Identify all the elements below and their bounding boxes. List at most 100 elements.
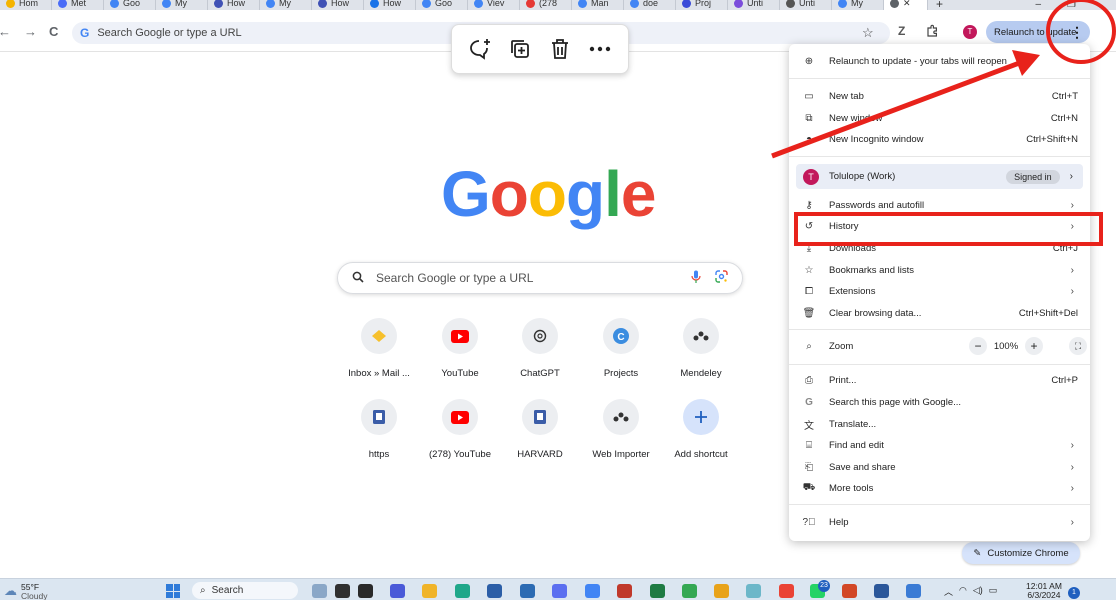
menu-item-extensions[interactable]: ⧠ Extensions › [789, 280, 1090, 302]
fullscreen-icon[interactable]: ⛶ [1069, 337, 1087, 355]
menu-item-profile[interactable]: T Tolulope (Work) Signed in › [796, 164, 1083, 189]
shortcut-tile[interactable]: (278) YouTube [420, 399, 500, 460]
shortcut-tile[interactable]: Web Importer [581, 399, 661, 460]
chrome-work-icon[interactable] [779, 584, 794, 598]
profile-avatar[interactable]: T [963, 25, 977, 39]
maps-icon[interactable] [906, 584, 921, 598]
menu-item-save-share[interactable]: ⎗ Save and share › [789, 456, 1090, 478]
powerpoint-icon[interactable] [842, 584, 857, 598]
weather-widget[interactable]: ☁ 55°F Cloudy [4, 583, 47, 600]
shortcut-tile[interactable]: Add shortcut [661, 399, 741, 460]
shortcut-tile[interactable]: Inbox » Mail ... [339, 318, 419, 379]
notification-badge[interactable]: 1 [1068, 587, 1080, 599]
browser-tab[interactable]: Man [572, 0, 624, 10]
bookmark-star-icon[interactable]: ☆ [862, 25, 874, 41]
browser-tab[interactable]: Goo [104, 0, 156, 10]
file-explorer-icon[interactable] [422, 584, 437, 598]
print-icon: ⎙ [805, 374, 813, 386]
browser-tab[interactable]: Met [52, 0, 104, 10]
taskbar-clock[interactable]: 12:01 AM 6/3/2024 [1026, 582, 1062, 600]
reload-button[interactable]: C [49, 24, 58, 39]
menu-item-history[interactable]: ↺ History › [789, 215, 1090, 237]
volume-icon[interactable]: ◁) [973, 585, 983, 598]
google-lens-icon[interactable] [715, 270, 728, 286]
new-tab-button[interactable]: + [928, 0, 951, 10]
restore-window-button[interactable]: ❐ [1067, 0, 1076, 10]
zoom-out-button[interactable]: − [969, 337, 987, 355]
battery-icon[interactable]: ▭ [989, 585, 998, 598]
file-viewer-icon[interactable] [358, 584, 373, 598]
extensions-puzzle-icon[interactable] [926, 24, 939, 40]
menu-item-translate[interactable]: 文 Translate... [789, 413, 1090, 435]
wifi-icon[interactable]: ◠ [959, 585, 967, 598]
add-comment-icon[interactable] [466, 35, 494, 63]
powerpoint-app-icon[interactable] [714, 584, 729, 598]
minimize-window-button[interactable]: – [1035, 0, 1041, 10]
menu-item-relaunch[interactable]: ⊕ Relaunch to update - your tabs will re… [789, 50, 1090, 72]
browser-tab[interactable]: Hom [0, 0, 52, 10]
menu-item-new-window[interactable]: ⧉ New window Ctrl+N [789, 107, 1090, 129]
active-tab[interactable]: ✕ [884, 0, 928, 10]
menu-item-help[interactable]: ?⃝ Help › [789, 511, 1090, 533]
menu-item-passwords[interactable]: ⚷ Passwords and autofill › [789, 194, 1090, 216]
browser-tab[interactable]: doe [624, 0, 676, 10]
chrome-menu-button[interactable]: ⋮ [1070, 25, 1084, 39]
key-icon: ⚷ [805, 199, 813, 211]
zoom-app-icon[interactable] [390, 584, 405, 598]
close-tab-icon[interactable]: ✕ [903, 0, 911, 8]
menu-item-new-tab[interactable]: ▭ New tab Ctrl+T [789, 85, 1090, 107]
browser-tab[interactable]: How [312, 0, 364, 10]
edge-icon[interactable] [455, 584, 470, 598]
teams-icon[interactable] [335, 584, 350, 598]
shortcut-tile[interactable]: HARVARD [500, 399, 580, 460]
menu-item-find-edit[interactable]: ⌸ Find and edit › [789, 434, 1090, 456]
zoom-in-button[interactable]: + [1025, 337, 1043, 355]
widgets-icon[interactable] [312, 584, 327, 598]
forward-button[interactable]: → [24, 24, 37, 39]
snip-icon[interactable] [746, 584, 761, 598]
menu-item-downloads[interactable]: ⤓ Downloads Ctrl+J [789, 237, 1090, 259]
shortcut-tile[interactable]: https [339, 399, 419, 460]
browser-tab[interactable]: My [260, 0, 312, 10]
browser-tab[interactable]: Unti [780, 0, 832, 10]
browser-tab[interactable]: My [156, 0, 208, 10]
excel-icon[interactable] [650, 584, 665, 598]
browser-tab[interactable]: How [364, 0, 416, 10]
menu-item-more-tools[interactable]: ⛟ More tools › [789, 477, 1090, 499]
windows-start-icon[interactable] [166, 584, 180, 598]
menu-item-bookmarks[interactable]: ☆ Bookmarks and lists › [789, 259, 1090, 281]
browser-tab[interactable]: My [832, 0, 884, 10]
browser-tab[interactable]: Goo [416, 0, 468, 10]
research-gate-icon[interactable] [520, 584, 535, 598]
duplicate-icon[interactable] [506, 35, 534, 63]
delete-icon[interactable] [546, 35, 574, 63]
customize-chrome-button[interactable]: ✎ Customize Chrome [962, 542, 1080, 564]
browser-tab[interactable]: Unti [728, 0, 780, 10]
extension-z-icon[interactable]: Z [898, 24, 905, 38]
menu-item-clear-data[interactable]: 🗑︎ Clear browsing data... Ctrl+Shift+Del [789, 302, 1090, 324]
more-options-icon[interactable] [586, 35, 614, 63]
back-button[interactable]: ← [0, 24, 11, 39]
tab-title: doe [643, 0, 659, 8]
browser-tab[interactable]: Proj [676, 0, 728, 10]
shortcut-tile[interactable]: YouTube [420, 318, 500, 379]
tray-chevron-icon[interactable]: ︿ [944, 585, 953, 598]
menu-item-new-incognito[interactable]: ◓ New Incognito window Ctrl+Shift+N [789, 128, 1090, 150]
shortcut-tile[interactable]: Mendeley [661, 318, 741, 379]
microphone-icon[interactable] [691, 270, 701, 287]
menu-item-search-page[interactable]: G Search this page with Google... [789, 391, 1090, 413]
menu-item-print[interactable]: ⎙ Print... Ctrl+P [789, 369, 1090, 391]
browser-tab[interactable]: How [208, 0, 260, 10]
shortcut-tile[interactable]: ChatGPT [500, 318, 580, 379]
store-icon[interactable] [487, 584, 502, 598]
settings-app-icon[interactable] [552, 584, 567, 598]
taskbar-search[interactable]: ⌕ Search [192, 582, 298, 599]
browser-tab[interactable]: (278 [520, 0, 572, 10]
chrome-profile-icon[interactable] [682, 584, 697, 598]
zotero-icon[interactable] [617, 584, 632, 598]
ntp-search-box[interactable]: Search Google or type a URL [337, 262, 743, 294]
browser-tab[interactable]: Viev [468, 0, 520, 10]
chrome-app-icon[interactable] [585, 584, 600, 598]
shortcut-tile[interactable]: C Projects [581, 318, 661, 379]
word-icon[interactable] [874, 584, 889, 598]
